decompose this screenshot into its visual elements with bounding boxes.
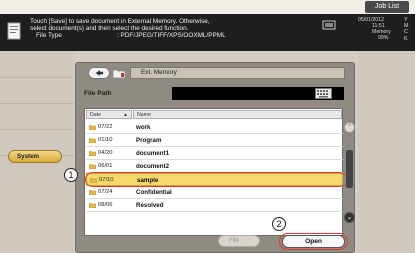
- column-header-date-label: Date: [90, 112, 101, 118]
- toner-indicator: Y M C K: [404, 17, 412, 42]
- file-path-label: File Path: [84, 90, 112, 97]
- callout-2: 2: [272, 217, 286, 231]
- file-type-label: File Type: [36, 32, 62, 39]
- toner-k: K: [404, 35, 408, 42]
- list-item[interactable]: 07/22 work: [86, 121, 343, 134]
- file-dialog: Ext. Memory File Path Date ▲ Name 07/22: [75, 62, 355, 253]
- list-item-name: Confidential: [136, 189, 172, 196]
- left-divider: [0, 77, 74, 78]
- scroll-down-icon[interactable]: ⌄: [344, 212, 355, 223]
- list-item[interactable]: 07/24 Confidential: [86, 186, 343, 199]
- list-item-name: document1: [136, 150, 170, 157]
- memory-device-icon: [322, 20, 336, 30]
- folder-icon: [112, 69, 126, 79]
- list-item-name: work: [136, 124, 151, 131]
- list-item-name: Program: [136, 137, 162, 144]
- document-icon: [7, 22, 21, 40]
- list-item-selected[interactable]: 07/10 sample: [85, 172, 347, 187]
- list-item-name: document2: [136, 163, 170, 170]
- list-item[interactable]: 08/06 Resolved: [86, 199, 343, 212]
- list-item-date: 04/20: [98, 150, 113, 156]
- scroll-up-icon[interactable]: ⌃: [344, 122, 355, 133]
- keyboard-icon[interactable]: [315, 88, 332, 99]
- system-button[interactable]: System: [8, 150, 62, 163]
- screen: Job List Touch [Save] to save document i…: [0, 0, 415, 253]
- open-highlight-ring: [279, 233, 348, 250]
- list-item[interactable]: 04/20 document1: [86, 147, 343, 160]
- list-item-date: 06/01: [98, 163, 113, 169]
- back-button[interactable]: [88, 67, 110, 79]
- right-panel: [358, 51, 415, 253]
- callout-1: 1: [64, 168, 78, 182]
- list-item-name: Resolved: [136, 202, 164, 209]
- column-header-date[interactable]: Date ▲: [86, 110, 132, 119]
- file-type-value: : PDF/JPEG/TIFF/XPS/OOXML/PPML: [117, 32, 226, 39]
- status-memory-value: 99%: [378, 35, 389, 41]
- sort-arrow-icon: ▲: [123, 112, 128, 118]
- column-header-name[interactable]: Name: [133, 110, 342, 119]
- job-list-button[interactable]: Job List: [365, 1, 409, 13]
- file-list: Date ▲ Name 07/22 work 01/10 Program 04/…: [84, 108, 347, 236]
- file-button: File: [218, 235, 260, 247]
- left-divider: [0, 129, 74, 130]
- list-item-date: 07/24: [98, 189, 113, 195]
- list-item-date: 07/22: [98, 124, 113, 130]
- top-strip: Job List: [0, 0, 415, 14]
- scroll-thumb[interactable]: [346, 150, 353, 188]
- list-item-date: 01/10: [98, 137, 113, 143]
- list-item-date: 08/06: [98, 202, 113, 208]
- message-bar: Touch [Save] to save document in Externa…: [0, 14, 415, 51]
- path-title: Ext. Memory: [130, 67, 345, 79]
- list-item[interactable]: 01/10 Program: [86, 134, 343, 147]
- left-divider: [0, 103, 74, 104]
- selection-highlight-ring: [85, 172, 347, 187]
